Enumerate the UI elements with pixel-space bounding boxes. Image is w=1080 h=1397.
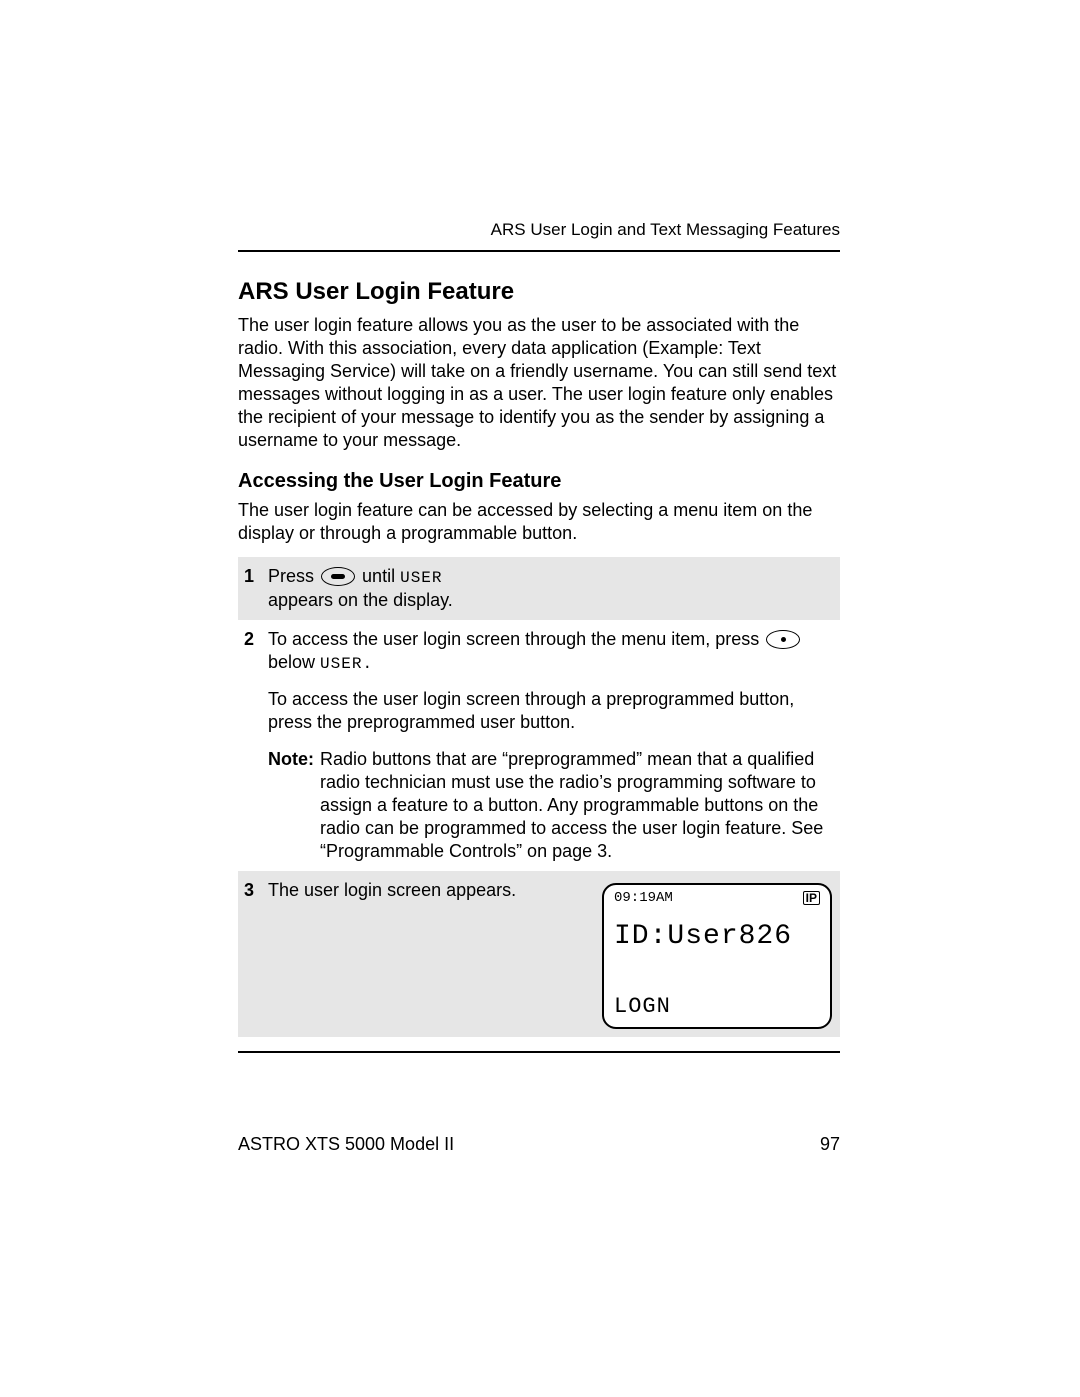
note-block: Note: Radio buttons that are “preprogram… (268, 748, 834, 863)
display-time: 09:19AM (614, 891, 673, 905)
footer-page-number: 97 (820, 1134, 840, 1155)
running-header: ARS User Login and Text Messaging Featur… (238, 220, 840, 240)
note-label: Note: (268, 748, 320, 863)
radio-display: 09:19AM IP ID:User826 LOGN (602, 883, 832, 1029)
section-heading: ARS User Login Feature (238, 278, 840, 306)
step-body: The user login screen appears. 09:19AM I… (268, 871, 840, 1037)
ip-icon: IP (803, 891, 820, 905)
footer-model: ASTRO XTS 5000 Model II (238, 1134, 454, 1155)
step-number: 3 (238, 871, 268, 1037)
header-rule (238, 250, 840, 252)
display-softkey: LOGN (614, 993, 820, 1021)
step-2: 2 To access the user login screen throug… (238, 620, 840, 872)
step-body: To access the user login screen through … (268, 620, 840, 872)
footer-rule (238, 1051, 840, 1053)
subsection-intro: The user login feature can be accessed b… (238, 499, 840, 545)
step-3: 3 The user login screen appears. 09:19AM… (238, 871, 840, 1037)
page-footer: ASTRO XTS 5000 Model II 97 (238, 1134, 840, 1155)
step-text-post: appears on the display. (268, 590, 453, 610)
step-text-pre: Press (268, 566, 314, 586)
select-button-icon (766, 630, 800, 649)
display-code: USER (400, 569, 442, 587)
step-3-text: The user login screen appears. (268, 879, 592, 1029)
page: ARS User Login and Text Messaging Featur… (0, 0, 1080, 1397)
step-text-mid: below (268, 652, 315, 672)
section-intro: The user login feature allows you as the… (238, 314, 840, 452)
scroll-button-icon (321, 567, 355, 586)
subsection-heading: Accessing the User Login Feature (238, 470, 840, 493)
step-text-pre: To access the user login screen through … (268, 629, 759, 649)
step-text-mid: until (362, 566, 395, 586)
step-number: 1 (238, 557, 268, 620)
step-2-para2: To access the user login screen through … (268, 688, 834, 734)
note-text: Radio buttons that are “preprogrammed” m… (320, 748, 834, 863)
display-main-line: ID:User826 (614, 907, 820, 993)
step-body: Press until USER appears on the display. (268, 557, 840, 620)
display-code: USER. (320, 655, 373, 673)
step-1: 1 Press until USER appears on the displa… (238, 557, 840, 620)
step-number: 2 (238, 620, 268, 872)
